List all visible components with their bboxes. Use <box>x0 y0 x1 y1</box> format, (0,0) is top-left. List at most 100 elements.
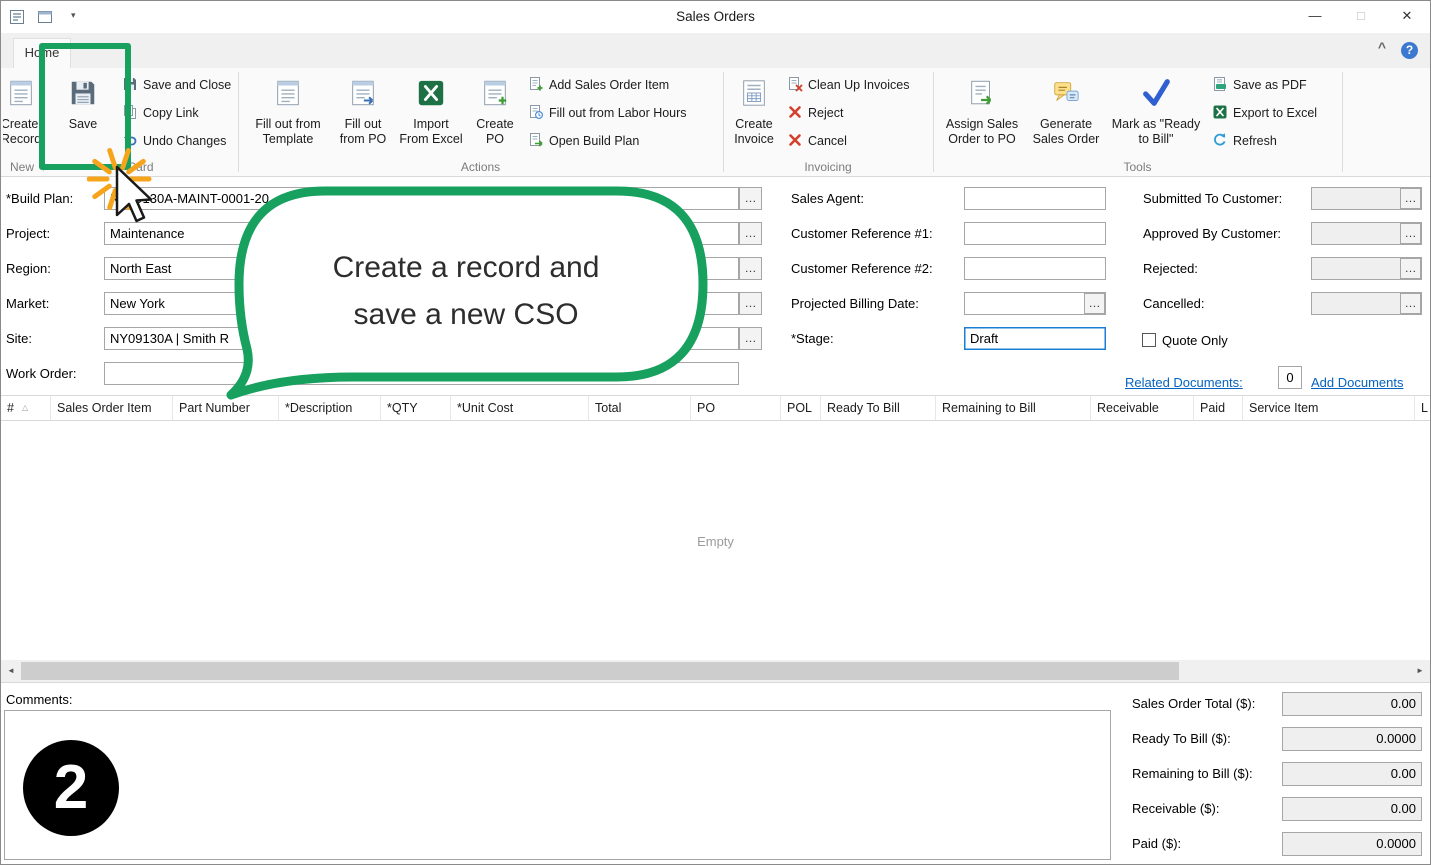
submitted-to-customer-picker-button[interactable]: … <box>1400 188 1421 209</box>
customer-reference-2-field[interactable] <box>964 257 1106 280</box>
invoice-icon <box>739 78 769 113</box>
minimize-button[interactable]: — <box>1292 1 1338 33</box>
sales-agent-label: Sales Agent: <box>791 191 864 206</box>
region-lookup-button[interactable]: … <box>739 257 762 280</box>
horizontal-scrollbar-thumb[interactable] <box>21 662 1179 680</box>
quote-only-label: Quote Only <box>1162 333 1228 348</box>
col-service-item[interactable]: Service Item <box>1243 396 1415 420</box>
create-po-label: Create PO <box>476 117 514 146</box>
save-and-close-button[interactable]: Save and Close <box>122 73 231 97</box>
reject-x-icon <box>787 104 803 123</box>
fill-out-from-po-label: Fill out from PO <box>339 117 387 146</box>
cancel-button[interactable]: Cancel <box>787 129 847 153</box>
build-plan-lookup-button[interactable]: … <box>739 187 762 210</box>
assign-sales-order-to-po-button[interactable]: Assign Sales Order to PO <box>939 72 1025 160</box>
projected-billing-date-picker-button[interactable]: … <box>1084 293 1105 314</box>
ready-to-bill-total-field: 0.0000 <box>1282 727 1422 751</box>
col-sales-order-item[interactable]: Sales Order Item <box>51 396 173 420</box>
comments-input[interactable] <box>4 710 1111 860</box>
create-record-icon <box>6 78 36 113</box>
generate-icon <box>1051 78 1081 113</box>
template-form-icon <box>273 78 303 113</box>
mark-as-ready-to-bill-button[interactable]: Mark as "Ready to Bill" <box>1107 72 1205 160</box>
sort-ascending-icon: △ <box>21 403 29 412</box>
step-number: 2 <box>53 753 89 822</box>
checkmark-icon <box>1141 78 1171 113</box>
excel-icon <box>416 78 446 113</box>
group-separator <box>238 72 239 172</box>
generate-sales-order-label: Generate Sales Order <box>1032 117 1100 146</box>
annotation-callout-text: Create a record and save a new CSO <box>251 244 681 338</box>
refresh-icon <box>1212 132 1228 151</box>
col-row-number[interactable]: # △ <box>1 396 51 420</box>
paid-total-label: Paid ($): <box>1132 836 1182 851</box>
refresh-label: Refresh <box>1233 134 1277 148</box>
stage-field[interactable]: Draft <box>964 327 1106 350</box>
customer-reference-1-label: Customer Reference #1: <box>791 226 933 241</box>
callout-line-2: save a new CSO <box>353 298 579 331</box>
group-label-new: New <box>9 160 34 174</box>
cursor-click-icon <box>87 148 153 223</box>
approved-by-customer-picker-button[interactable]: … <box>1400 223 1421 244</box>
create-record-button[interactable]: Create Record <box>3 72 39 160</box>
clean-up-invoices-button[interactable]: Clean Up Invoices <box>787 73 909 97</box>
items-table-body: Empty <box>1 422 1430 660</box>
generate-sales-order-button[interactable]: Generate Sales Order <box>1027 72 1105 160</box>
market-lookup-button[interactable]: … <box>739 292 762 315</box>
col-pol[interactable]: POL <box>781 396 821 420</box>
fill-out-from-template-button[interactable]: Fill out from Template <box>247 72 329 160</box>
mark-as-ready-to-bill-label: Mark as "Ready to Bill" <box>1111 117 1201 146</box>
create-po-button[interactable]: Create PO <box>467 72 523 160</box>
step-number-badge: 2 <box>23 740 119 836</box>
project-lookup-button[interactable]: … <box>739 222 762 245</box>
rejected-label: Rejected: <box>1143 261 1198 276</box>
col-paid[interactable]: Paid <box>1194 396 1243 420</box>
close-button[interactable]: ✕ <box>1384 1 1430 33</box>
open-build-plan-icon <box>528 132 544 151</box>
col-receivable[interactable]: Receivable <box>1091 396 1194 420</box>
customer-reference-1-field[interactable] <box>964 222 1106 245</box>
export-to-excel-button[interactable]: Export to Excel <box>1212 101 1317 125</box>
maximize-button[interactable]: □ <box>1338 1 1384 33</box>
sales-order-total-field: 0.00 <box>1282 692 1422 716</box>
scroll-right-icon[interactable]: ► <box>1410 660 1430 682</box>
documents-count: 0 <box>1278 366 1302 389</box>
import-from-excel-button[interactable]: Import From Excel <box>399 72 463 160</box>
reject-button[interactable]: Reject <box>787 101 843 125</box>
fill-out-from-template-label: Fill out from Template <box>255 117 321 146</box>
site-lookup-button[interactable]: … <box>739 327 762 350</box>
add-sales-order-item-label: Add Sales Order Item <box>549 78 670 92</box>
projected-billing-date-label: Projected Billing Date: <box>791 296 919 311</box>
horizontal-scrollbar[interactable]: ◄ ► <box>1 660 1430 682</box>
col-ready-to-bill[interactable]: Ready To Bill <box>821 396 936 420</box>
col-remaining-to-bill[interactable]: Remaining to Bill <box>936 396 1091 420</box>
col-truncated[interactable]: L <box>1415 396 1430 420</box>
cancelled-picker-button[interactable]: … <box>1400 293 1421 314</box>
create-invoice-button[interactable]: Create Invoice <box>728 72 780 160</box>
receivable-total-field: 0.00 <box>1282 797 1422 821</box>
save-as-pdf-button[interactable]: Save as PDF <box>1212 73 1307 97</box>
fill-out-from-po-button[interactable]: Fill out from PO <box>332 72 394 160</box>
window-title: Sales Orders <box>676 9 755 24</box>
group-separator <box>723 72 724 172</box>
stage-label: *Stage: <box>791 331 834 346</box>
add-documents-link[interactable]: Add Documents <box>1311 371 1404 394</box>
group-separator <box>933 72 934 172</box>
add-sales-order-item-button[interactable]: Add Sales Order Item <box>528 73 669 97</box>
group-label-tools: Tools <box>1123 160 1152 174</box>
collapse-ribbon-icon[interactable]: ^ <box>1378 39 1386 55</box>
save-as-pdf-label: Save as PDF <box>1233 78 1307 92</box>
pdf-icon <box>1212 76 1228 95</box>
copy-link-button[interactable]: Copy Link <box>122 101 199 125</box>
quote-only-checkbox[interactable] <box>1142 333 1156 347</box>
scroll-left-icon[interactable]: ◄ <box>1 660 21 682</box>
open-build-plan-button[interactable]: Open Build Plan <box>528 129 639 153</box>
receivable-total-label: Receivable ($): <box>1132 801 1220 816</box>
refresh-button[interactable]: Refresh <box>1212 129 1277 153</box>
rejected-picker-button[interactable]: … <box>1400 258 1421 279</box>
fill-out-from-labor-hours-button[interactable]: Fill out from Labor Hours <box>528 101 687 125</box>
ribbon-tab-bar: Home ^ ? <box>1 33 1430 68</box>
sales-agent-field[interactable] <box>964 187 1106 210</box>
related-documents-link[interactable]: Related Documents: <box>1125 371 1243 394</box>
help-icon[interactable]: ? <box>1401 42 1418 59</box>
